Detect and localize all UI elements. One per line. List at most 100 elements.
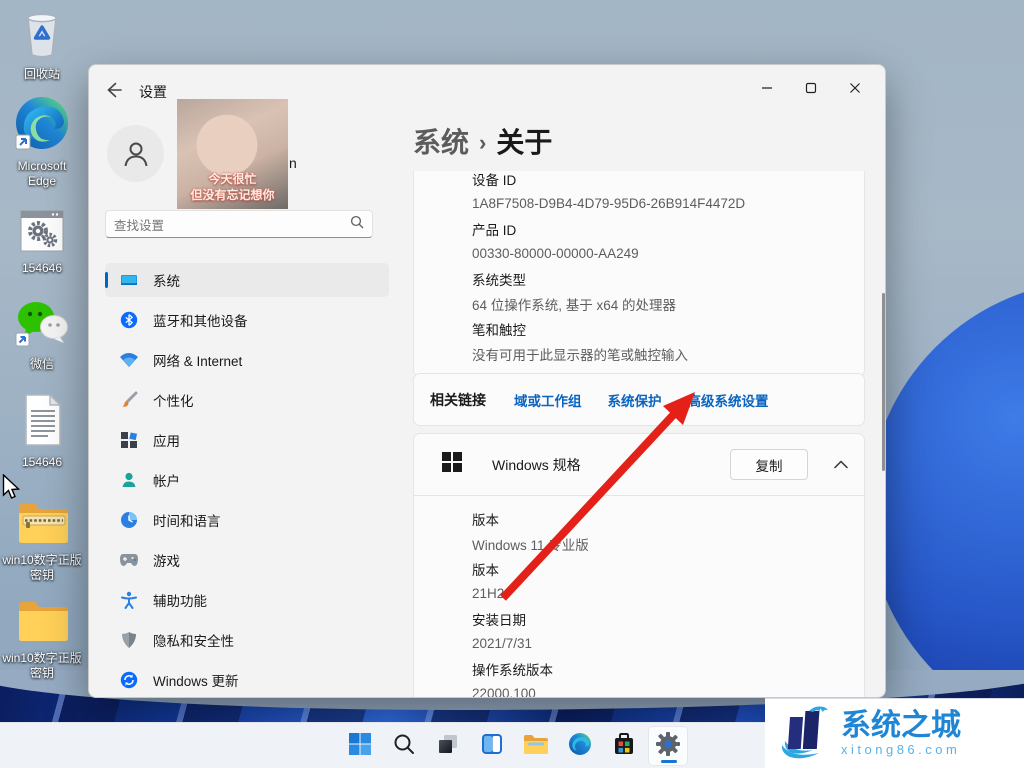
desktop-icon-wechat[interactable]: 微信 [2, 298, 82, 372]
minimize-icon[interactable] [745, 71, 789, 105]
zip-folder-icon [15, 499, 69, 550]
clock-icon [119, 510, 139, 530]
field-value: 21H2 [472, 581, 864, 606]
desktop-icon-installer[interactable]: 154646 [2, 202, 82, 276]
desktop-icon-label: Microsoft Edge [2, 159, 82, 189]
settings-icon [655, 731, 681, 762]
store-button[interactable] [604, 726, 644, 766]
field-label: 安装日期 [472, 606, 864, 631]
sidebar-item-network[interactable]: 网络 & Internet [105, 343, 389, 377]
meme-caption-line2: 但没有忘记想你 [177, 186, 288, 203]
widgets-icon [480, 732, 504, 761]
link-domain-or-workgroup[interactable]: 域或工作组 [514, 390, 582, 410]
search-input[interactable]: 查找设置 [105, 210, 373, 238]
mouse-cursor [2, 474, 21, 506]
field-value: 00330-80000-00000-AA249 [472, 241, 864, 266]
desktop-icon-recycle-bin[interactable]: 回收站 [2, 8, 82, 82]
sidebar-item-gaming[interactable]: 游戏 [105, 543, 389, 577]
back-button[interactable] [103, 80, 123, 100]
task-view-button[interactable] [428, 726, 468, 766]
brush-icon [119, 390, 139, 410]
field-label: 笔和触控 [472, 316, 864, 341]
bluetooth-icon [119, 310, 139, 330]
windows-spec-header[interactable]: Windows 规格 复制 [414, 434, 864, 496]
system-icon [119, 270, 139, 290]
start-icon [348, 732, 372, 761]
desktop-icon-edge[interactable]: Microsoft Edge [2, 100, 82, 189]
wifi-icon [119, 350, 139, 370]
sidebar-item-system[interactable]: 系统 [105, 263, 389, 297]
desktop: 回收站 Microsoft Edge [0, 0, 1024, 768]
field-value: 1A8F7508-D9B4-4D79-95D6-26B914F4472D [472, 191, 864, 216]
search-icon [350, 215, 364, 234]
taskbar-search-button[interactable] [384, 726, 424, 766]
field-value: Windows 11 专业版 [472, 531, 864, 556]
breadcrumb-parent[interactable]: 系统 [413, 127, 469, 158]
edge-icon [568, 732, 592, 761]
search-icon [393, 733, 415, 760]
meme-overlay-image: 今天很忙 但没有忘记想你 [177, 99, 288, 209]
sidebar-item-windows-update[interactable]: Windows 更新 [105, 663, 389, 697]
desktop-icon-folder[interactable]: win10数字正版密钥 [2, 592, 82, 681]
link-advanced-system-settings[interactable]: 高级系统设置 [688, 390, 769, 410]
related-links-card: 相关链接 域或工作组 系统保护 高级系统设置 [413, 373, 865, 426]
widgets-button[interactable] [472, 726, 512, 766]
watermark-logo-icon [779, 703, 833, 764]
search-placeholder: 查找设置 [114, 215, 350, 234]
file-explorer-icon [523, 733, 549, 760]
gamepad-icon [119, 550, 139, 570]
avatar[interactable] [107, 125, 164, 182]
folder-icon [15, 597, 69, 648]
sidebar-item-personalization[interactable]: 个性化 [105, 383, 389, 417]
meme-caption-line1: 今天很忙 [177, 170, 288, 187]
sidebar-item-time-language[interactable]: 时间和语言 [105, 503, 389, 537]
window-title: 设置 [139, 82, 167, 102]
maximize-icon[interactable] [789, 71, 833, 105]
accounts-icon [119, 470, 139, 490]
copy-button[interactable]: 复制 [730, 449, 808, 480]
installer-window-icon [19, 209, 65, 258]
sidebar-item-bluetooth[interactable]: 蓝牙和其他设备 [105, 303, 389, 337]
breadcrumb: 系统›关于 [413, 121, 552, 161]
sidebar-item-accessibility[interactable]: 辅助功能 [105, 583, 389, 617]
store-icon [612, 732, 636, 761]
windows-spec-body: 版本 Windows 11 专业版 版本 21H2 安装日期 2021/7/31… [414, 496, 864, 698]
desktop-icon-label: 154646 [2, 261, 82, 276]
wechat-icon [14, 297, 70, 354]
sidebar-item-apps[interactable]: 应用 [105, 423, 389, 457]
windows-spec-card: Windows 规格 复制 版本 Windows 11 专业版 版本 21H2 … [413, 433, 865, 698]
accessibility-icon [119, 590, 139, 610]
recycle-bin-icon [20, 9, 64, 64]
sync-icon [119, 670, 139, 690]
edge-icon [14, 95, 70, 156]
field-value: 没有可用于此显示器的笔或触控输入 [472, 341, 864, 366]
desktop-icon-label: 回收站 [2, 67, 82, 82]
about-scroll-area: 设备 ID 1A8F7508-D9B4-4D79-95D6-26B914F447… [413, 171, 875, 698]
link-system-protection[interactable]: 系统保护 [608, 390, 662, 410]
taskbar-settings-button[interactable] [648, 726, 688, 766]
field-value: 22000.100 [472, 681, 864, 698]
sidebar-item-privacy[interactable]: 隐私和安全性 [105, 623, 389, 657]
desktop-icon-zip-folder[interactable]: win10数字正版密钥 [2, 494, 82, 583]
taskbar-edge-button[interactable] [560, 726, 600, 766]
desktop-icon-label: win10数字正版密钥 [2, 651, 82, 681]
desktop-icon-label: win10数字正版密钥 [2, 553, 82, 583]
chevron-up-icon[interactable] [834, 456, 848, 474]
field-label: 系统类型 [472, 266, 864, 291]
text-document-icon [20, 393, 64, 452]
start-button[interactable] [340, 726, 380, 766]
sidebar-item-accounts[interactable]: 帐户 [105, 463, 389, 497]
settings-window: 设置 今天很忙 但没有忘记想你 n 查找设置 [88, 64, 886, 698]
watermark: 系统之城 xitong86.com [765, 698, 1024, 768]
field-label: 版本 [472, 556, 864, 581]
desktop-icon-document[interactable]: 154646 [2, 396, 82, 470]
close-icon[interactable] [833, 71, 877, 105]
field-label: 版本 [472, 506, 864, 531]
related-links-title: 相关链接 [430, 390, 486, 410]
scrollbar-thumb[interactable] [882, 293, 885, 471]
apps-icon [119, 430, 139, 450]
occluded-account-text: n [289, 155, 297, 171]
watermark-domain[interactable]: xitong86.com [841, 742, 961, 757]
desktop-icon-label: 154646 [2, 455, 82, 470]
file-explorer-button[interactable] [516, 726, 556, 766]
